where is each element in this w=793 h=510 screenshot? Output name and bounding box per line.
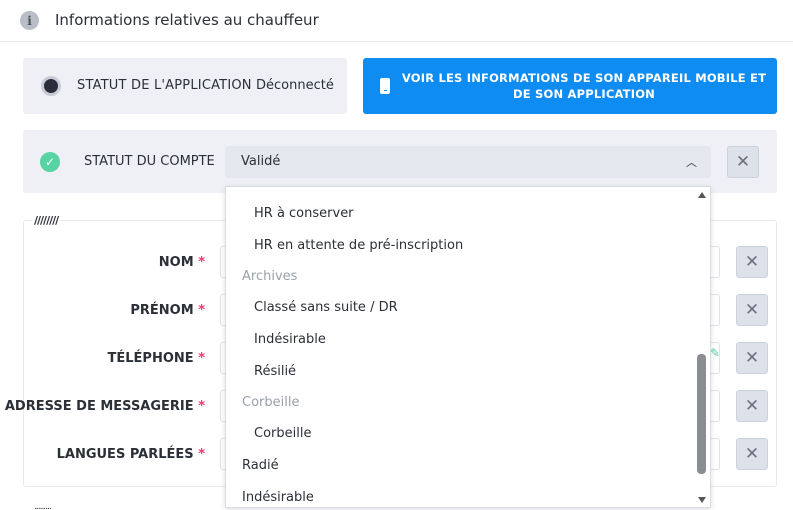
section-title: Informations relatives au chauffeur	[55, 11, 319, 29]
section-header: i Informations relatives au chauffeur	[0, 0, 793, 42]
chevron-up-icon: ︿	[686, 156, 697, 169]
account-status-select[interactable]: Validé ︿	[225, 146, 711, 178]
account-status-label: STATUT DU COMPTE	[84, 154, 215, 169]
view-mobile-info-button[interactable]: VOIR LES INFORMATIONS DE SON APPAREIL MO…	[363, 58, 777, 114]
dropdown-option[interactable]: HR à conserver	[254, 206, 354, 221]
dropdown-option[interactable]: Indésirable	[242, 490, 314, 505]
field-label-email: ADRESSE DE MESSAGERIE *	[4, 399, 205, 414]
field-label-nom: NOM *	[158, 255, 205, 270]
driver-info-page: i Informations relatives au chauffeur ST…	[0, 0, 793, 510]
scrollbar-thumb[interactable]	[697, 354, 706, 474]
field-label-languages: LANGUES PARLÉES *	[56, 447, 205, 462]
scroll-up-arrow-icon[interactable]	[698, 192, 706, 198]
dropdown-group-header: Archives	[242, 269, 298, 284]
view-mobile-info-label: VOIR LES INFORMATIONS DE SON APPAREIL MO…	[401, 71, 767, 101]
section-divider-marker: ////////	[32, 214, 61, 227]
field-label-telephone: TÉLÉPHONE *	[107, 351, 205, 366]
info-icon: i	[20, 11, 39, 30]
dropdown-option[interactable]: Classé sans suite / DR	[254, 300, 398, 315]
account-status-row: ✓ STATUT DU COMPTE Validé ︿ ✕	[23, 130, 777, 193]
clear-prenom-button[interactable]: ✕	[736, 294, 768, 326]
pencil-icon[interactable]: ✎	[710, 346, 720, 360]
clear-email-button[interactable]: ✕	[736, 390, 768, 422]
dropdown-option[interactable]: Corbeille	[254, 426, 311, 441]
dropdown-option[interactable]: Résilié	[254, 364, 296, 379]
status-dot-icon	[41, 76, 61, 96]
account-status-value: Validé	[241, 154, 281, 169]
dropdown-option[interactable]: Indésirable	[254, 332, 326, 347]
scroll-down-arrow-icon[interactable]	[698, 497, 706, 503]
dropdown-option[interactable]: Radié	[242, 458, 279, 473]
clear-nom-button[interactable]: ✕	[736, 246, 768, 278]
clear-telephone-button[interactable]: ✕	[736, 342, 768, 374]
app-status-value: Déconnecté	[256, 78, 334, 93]
clear-languages-button[interactable]: ✕	[736, 438, 768, 470]
section-divider-marker-2: .........	[34, 502, 52, 510]
dropdown-option[interactable]: HR en attente de pré-inscription	[254, 238, 463, 253]
account-status-dropdown[interactable]: HR à conserver HR en attente de pré-insc…	[225, 186, 711, 508]
check-circle-icon: ✓	[40, 152, 60, 172]
dropdown-group-header: Corbeille	[242, 395, 300, 410]
app-status-panel: STATUT DE L'APPLICATION Déconnecté	[23, 58, 347, 114]
clear-account-status-button[interactable]: ✕	[727, 146, 759, 178]
mobile-phone-icon	[380, 78, 390, 94]
app-status-label: STATUT DE L'APPLICATION	[77, 78, 252, 93]
field-label-prenom: PRÉNOM *	[130, 303, 205, 318]
